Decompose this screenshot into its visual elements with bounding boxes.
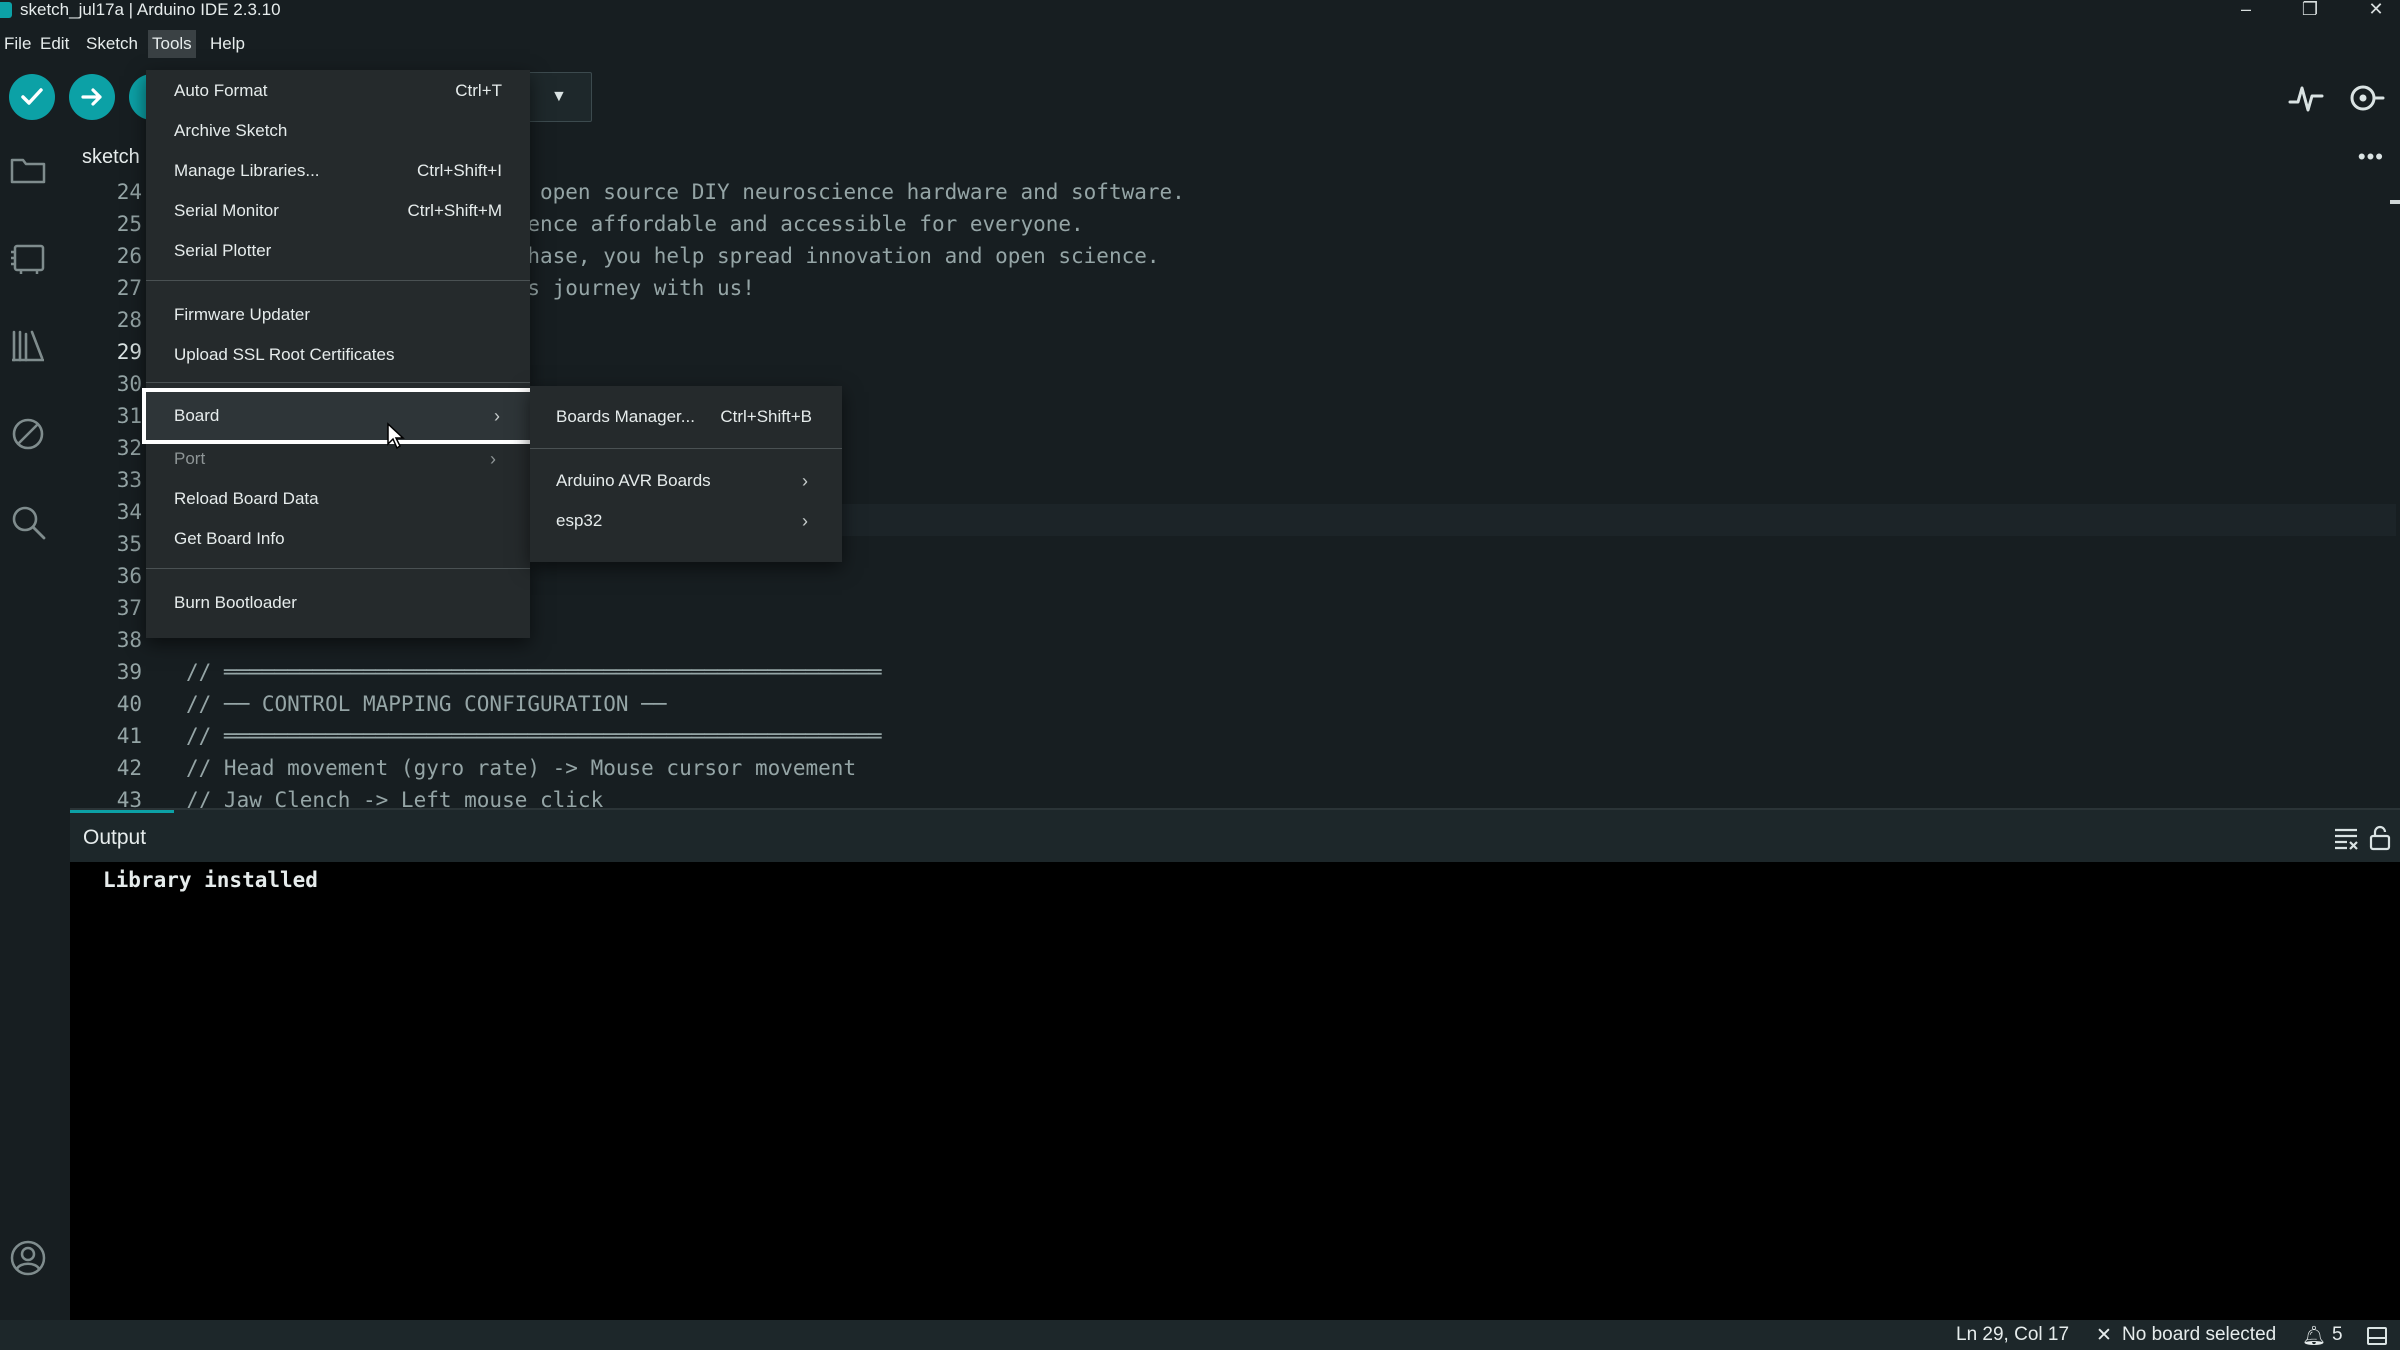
account-icon[interactable]	[8, 1238, 48, 1278]
menu-item-auto-format[interactable]: Auto Format Ctrl+T	[146, 74, 530, 108]
menu-item-manage-libraries[interactable]: Manage Libraries... Ctrl+Shift+I	[146, 154, 530, 188]
output-text: Library installed	[103, 868, 318, 892]
status-bar: Ln 29, Col 17 ✕ No board selected 🔔︎ 5	[0, 1320, 2400, 1350]
menu-edit[interactable]: Edit	[36, 30, 73, 58]
line-number: 40	[116, 692, 142, 716]
menu-item-burn-bootloader[interactable]: Burn Bootloader	[146, 586, 530, 620]
menu-separator	[146, 382, 530, 383]
tab-sketch[interactable]: sketch	[82, 146, 140, 169]
line-number: 31	[116, 404, 142, 428]
menu-separator	[146, 280, 530, 281]
arduino-app-icon	[0, 2, 12, 18]
mouse-pointer-icon	[387, 422, 405, 450]
tools-menu: Auto Format Ctrl+T Archive Sketch Manage …	[142, 70, 534, 638]
chevron-right-icon: ›	[802, 471, 808, 491]
board-status[interactable]: No board selected	[2122, 1324, 2276, 1346]
more-options-icon[interactable]: •••	[2358, 144, 2384, 170]
scroll-lock-icon[interactable]	[2366, 824, 2394, 852]
menu-separator	[530, 448, 842, 449]
chevron-right-icon: ›	[802, 511, 808, 531]
cursor-position[interactable]: Ln 29, Col 17	[1956, 1324, 2069, 1346]
serial-plotter-button[interactable]	[2286, 78, 2326, 118]
chevron-down-icon: ▼	[551, 88, 567, 105]
menu-item-firmware-updater[interactable]: Firmware Updater	[146, 298, 530, 332]
board-submenu: Boards Manager... Ctrl+Shift+B Arduino AV…	[530, 386, 842, 562]
side-rail	[0, 130, 70, 1320]
line-number: 25	[116, 212, 142, 236]
line-text: // ═════════════════════════════════════…	[186, 660, 882, 684]
code-line[interactable]: 43 // Jaw Clench -> Left mouse click	[70, 784, 2400, 808]
editor-tab-underline	[70, 810, 174, 813]
line-text: // ── CONTROL MAPPING CONFIGURATION ──	[186, 692, 667, 716]
serial-monitor-button[interactable]	[2346, 78, 2386, 118]
code-line[interactable]: 40 // ── CONTROL MAPPING CONFIGURATION ──	[70, 688, 2400, 720]
chevron-right-icon: ›	[490, 449, 496, 469]
line-number: 28	[116, 308, 142, 332]
menu-item-serial-monitor[interactable]: Serial Monitor Ctrl+Shift+M	[146, 194, 530, 228]
line-number: 26	[116, 244, 142, 268]
menu-item-arduino-avr-boards[interactable]: Arduino AVR Boards ›	[530, 464, 842, 498]
bell-icon[interactable]: 🔔︎	[2302, 1324, 2326, 1348]
line-number: 42	[116, 756, 142, 780]
output-panel-header: Output	[70, 808, 2400, 864]
line-number: 43	[116, 788, 142, 808]
checkmark-icon	[21, 88, 43, 105]
title-bar: sketch_jul17a | Arduino IDE 2.3.10 – ❐ ✕	[0, 0, 2400, 22]
line-number: 36	[116, 564, 142, 588]
debug-icon[interactable]	[8, 414, 48, 454]
close-icon[interactable]: ✕	[2356, 0, 2396, 22]
chevron-right-icon: ›	[494, 406, 500, 426]
output-console[interactable]: Library installed	[70, 862, 2400, 1320]
code-line[interactable]: 41 // ═══════════════════════════════════…	[70, 720, 2400, 752]
menu-item-archive-sketch[interactable]: Archive Sketch	[146, 114, 530, 148]
line-number: 37	[116, 596, 142, 620]
menu-separator	[146, 568, 530, 569]
minimize-icon[interactable]: –	[2226, 0, 2266, 22]
menu-file[interactable]: File	[0, 30, 35, 58]
notification-count[interactable]: 5	[2332, 1324, 2343, 1346]
menu-item-boards-manager[interactable]: Boards Manager... Ctrl+Shift+B	[530, 400, 842, 434]
toggle-panel-icon[interactable]	[2366, 1326, 2388, 1346]
line-number: 27	[116, 276, 142, 300]
menu-item-reload-board-data[interactable]: Reload Board Data	[146, 482, 530, 516]
close-icon: ✕	[2096, 1325, 2112, 1346]
menu-bar: File Edit Sketch Tools Help	[0, 22, 2400, 66]
arrow-right-icon	[81, 88, 102, 106]
menu-item-esp32[interactable]: esp32 ›	[530, 504, 842, 538]
line-number: 41	[116, 724, 142, 748]
menu-item-board[interactable]: Board ›	[142, 388, 534, 444]
output-label: Output	[83, 826, 147, 849]
restore-icon[interactable]: ❐	[2290, 0, 2330, 22]
board-selector-dropdown[interactable]: ▼	[528, 72, 592, 122]
upload-button[interactable]	[69, 74, 115, 120]
menu-sketch[interactable]: Sketch	[82, 30, 142, 58]
menu-tools[interactable]: Tools	[148, 30, 196, 58]
line-number: 24	[116, 180, 142, 204]
line-number: 35	[116, 532, 142, 556]
line-text: // Head movement (gyro rate) -> Mouse cu…	[186, 756, 857, 780]
line-number: 38	[116, 628, 142, 652]
line-text: // ═════════════════════════════════════…	[186, 724, 882, 748]
boards-manager-icon[interactable]	[8, 238, 48, 278]
line-number: 39	[116, 660, 142, 684]
window-title: sketch_jul17a | Arduino IDE 2.3.10	[20, 0, 281, 19]
library-manager-icon[interactable]	[8, 326, 48, 366]
menu-item-serial-plotter[interactable]: Serial Plotter	[146, 234, 530, 268]
line-number: 34	[116, 500, 142, 524]
code-line[interactable]: 39 // ═══════════════════════════════════…	[70, 656, 2400, 688]
line-number: 33	[116, 468, 142, 492]
line-number: 29	[116, 340, 142, 364]
search-icon[interactable]	[8, 502, 48, 542]
line-text: // Jaw Clench -> Left mouse click	[186, 788, 604, 808]
line-number: 32	[116, 436, 142, 460]
menu-item-get-board-info[interactable]: Get Board Info	[146, 522, 530, 556]
menu-item-port[interactable]: Port ›	[146, 442, 530, 476]
verify-button[interactable]	[9, 74, 55, 120]
menu-help[interactable]: Help	[206, 30, 249, 58]
clear-output-icon[interactable]	[2332, 824, 2360, 852]
menu-item-upload-ssl[interactable]: Upload SSL Root Certificates	[146, 338, 530, 372]
line-number: 30	[116, 372, 142, 396]
code-line[interactable]: 42 // Head movement (gyro rate) -> Mouse …	[70, 752, 2400, 784]
sketchbook-folder-icon[interactable]	[8, 150, 48, 190]
